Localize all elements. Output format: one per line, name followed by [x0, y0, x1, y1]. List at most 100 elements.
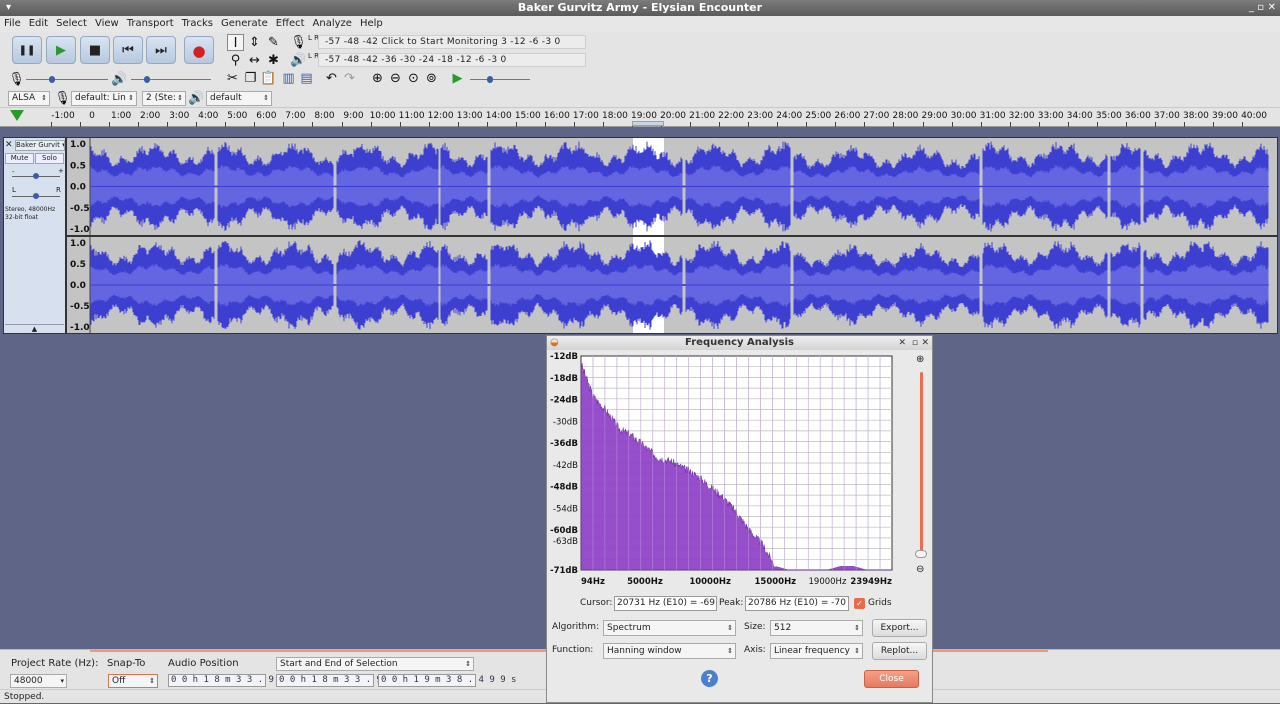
channel-right[interactable]: 1.0 0.5 0.0 -0.5 -1.0 [67, 237, 1277, 333]
channel-left[interactable]: 1.0 0.5 0.0 -0.5 -1.0 [67, 138, 1277, 235]
paste-icon[interactable]: 📋 [260, 70, 277, 87]
stop-button[interactable]: ■ [80, 36, 110, 64]
size-select[interactable]: 512 ⇕ [770, 620, 863, 636]
envelope-tool-icon[interactable]: ⇕ [246, 34, 263, 51]
playback-volume-slider[interactable] [131, 79, 211, 80]
ruler-selection-marker[interactable] [632, 121, 664, 126]
menu-transport[interactable]: Transport [123, 16, 178, 32]
draw-tool-icon[interactable]: ✎ [265, 34, 282, 51]
project-rate-select[interactable]: 48000 ▾ [10, 674, 67, 688]
waveform-area[interactable]: 1.0 0.5 0.0 -0.5 -1.0 1.0 0.5 0.0 -0.5 -1.0 [66, 137, 1278, 334]
selection-start-field[interactable]: 0 0 h 1 8 m 3 3 . 9 4 2 s [276, 674, 414, 687]
record-button[interactable]: ● [184, 36, 214, 64]
pan-slider-thumb[interactable] [33, 193, 39, 199]
function-select[interactable]: Hanning window ⇕ [603, 643, 736, 659]
audio-position-field[interactable]: 0 0 h 1 8 m 3 3 . 9 4 2 s [168, 674, 306, 687]
spectrum-plot[interactable]: -12dB -18dB -24dB -30dB -36dB -42dB -48dB -54dB… [547, 352, 897, 592]
record-volume-thumb[interactable] [49, 76, 55, 83]
menu-select[interactable]: Select [52, 16, 91, 32]
selection-mode-select[interactable]: Start and End of Selection ⇕ [276, 657, 474, 671]
db-tick-label: -18dB [550, 374, 578, 384]
play-speed-thumb[interactable] [487, 76, 493, 83]
input-device-select[interactable]: default: Lin ⇕ [71, 91, 137, 106]
maximize-icon[interactable]: ▫ [1257, 0, 1264, 16]
db-tick-label: -42dB [553, 461, 578, 471]
ruler-tick-mark [428, 122, 430, 127]
track-close-icon[interactable]: ✕ [5, 140, 13, 150]
close-icon[interactable]: ✕ [1268, 0, 1276, 16]
cut-icon[interactable]: ✂ [224, 70, 241, 87]
skip-to-end-button[interactable]: ⏭ [146, 36, 176, 64]
menu-file[interactable]: File [0, 16, 25, 32]
audio-host-select[interactable]: ALSA ⇕ [8, 91, 50, 106]
collapse-track-icon[interactable]: ▲ [5, 324, 64, 333]
menu-generate[interactable]: Generate [217, 16, 272, 32]
selection-tool-icon[interactable]: I [227, 34, 244, 51]
fit-selection-icon[interactable]: ⊙ [405, 70, 422, 87]
channels-select[interactable]: 2 (Ste: ⇕ [142, 91, 186, 106]
redo-icon[interactable]: ↷ [341, 70, 358, 87]
track-control-panel[interactable]: ✕ Baker Gurvit ▾ Mute Solo - + L R Stere… [3, 137, 66, 334]
menu-analyze[interactable]: Analyze [309, 16, 356, 32]
fit-project-icon[interactable]: ⊚ [423, 70, 440, 87]
dialog-title: Frequency Analysis [685, 337, 794, 348]
play-speed-slider[interactable] [470, 79, 530, 80]
pause-button[interactable]: ❚❚ [12, 36, 42, 64]
waveform-canvas[interactable]: 1.0 0.5 0.0 -0.5 -1.0 1.0 0.5 0.0 -0.5 -1.0 [67, 138, 1277, 333]
zoom-out-icon[interactable]: ⊖ [387, 70, 404, 87]
gain-slider-thumb[interactable] [33, 173, 39, 179]
vertical-zoom-thumb[interactable] [915, 550, 927, 558]
timeshift-tool-icon[interactable]: ↔ [246, 52, 263, 69]
multi-tool-icon[interactable]: ✱ [265, 52, 282, 69]
playback-meter[interactable]: -57 -48 -42 -36 -30 -24 -18 -12 -6 -3 0 [318, 53, 586, 67]
replot-button[interactable]: Replot... [872, 642, 927, 660]
dialog-titlebar: ◒ Frequency Analysis ✕ ▫ ✕ [547, 336, 932, 350]
export-button[interactable]: Export... [872, 619, 927, 637]
record-volume-slider[interactable] [26, 79, 108, 80]
selection-end-field[interactable]: 0 0 h 1 9 m 3 8 . 4 9 9 s [378, 674, 516, 687]
zoom-in-icon[interactable]: ⊕ [916, 354, 924, 365]
output-device-select[interactable]: default ⇕ [206, 91, 272, 106]
speaker-icon[interactable]: 🔊 [290, 52, 307, 69]
timeline-ruler[interactable]: -1:00 0 1:00 2:00 3:00 4:00 5:00 6:00 7:00 8:00 9:… [0, 108, 1280, 127]
track-name-menu[interactable]: Baker Gurvit ▾ [15, 140, 65, 151]
microphone-icon[interactable]: 🎙 [290, 34, 307, 51]
ruler-tick-mark [51, 122, 52, 127]
ruler-tick-mark [312, 122, 314, 127]
play-head-icon[interactable] [10, 110, 24, 121]
grids-checkbox[interactable]: ✓ [854, 598, 865, 609]
trim-icon[interactable]: ▥ [280, 70, 297, 87]
close-button[interactable]: Close [864, 670, 919, 688]
zoom-in-icon[interactable]: ⊕ [369, 70, 386, 87]
dialog-maximize-icon[interactable]: ▫ [912, 336, 918, 350]
zoom-tool-icon[interactable]: ⚲ [227, 52, 244, 69]
snap-to-select[interactable]: Off ⇕ [108, 674, 158, 688]
axis-select[interactable]: Linear frequency ⇕ [770, 643, 863, 659]
mute-button[interactable]: Mute [5, 153, 34, 164]
silence-icon[interactable]: ▤ [298, 70, 315, 87]
dialog-minimize-icon[interactable]: ✕ [898, 336, 906, 350]
menu-effect[interactable]: Effect [272, 16, 309, 32]
solo-button[interactable]: Solo [35, 153, 64, 164]
record-meter[interactable]: -57 -48 -42 Click to Start Monitoring 3 … [318, 35, 586, 49]
help-button[interactable]: ? [701, 670, 718, 687]
db-tick-label: -24dB [550, 396, 578, 406]
db-tick-label: -60dB [550, 526, 578, 536]
copy-icon[interactable]: ❐ [242, 70, 259, 87]
undo-icon[interactable]: ↶ [323, 70, 340, 87]
menu-tracks[interactable]: Tracks [178, 16, 217, 32]
skip-to-start-button[interactable]: ⏮ [113, 36, 143, 64]
ruler-tick-mark [719, 122, 721, 127]
vertical-zoom-slider[interactable] [920, 372, 923, 552]
play-button[interactable]: ▶ [46, 36, 76, 64]
algorithm-select[interactable]: Spectrum ⇕ [603, 620, 736, 636]
menu-edit[interactable]: Edit [25, 16, 52, 32]
play-at-speed-icon[interactable]: ▶ [449, 70, 466, 87]
zoom-out-icon[interactable]: ⊖ [916, 564, 924, 575]
menu-help[interactable]: Help [356, 16, 387, 32]
playback-volume-thumb[interactable] [144, 76, 150, 83]
window-menu-icon[interactable]: ▾ [6, 0, 11, 16]
dialog-close-icon[interactable]: ✕ [921, 336, 929, 350]
minimize-icon[interactable]: _ [1249, 0, 1254, 16]
menu-view[interactable]: View [91, 16, 123, 32]
